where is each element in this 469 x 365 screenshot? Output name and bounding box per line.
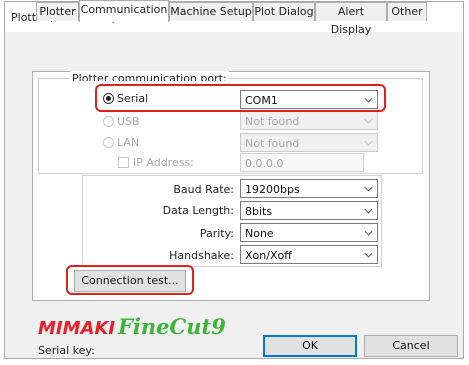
tab-communication[interactable]: Communication bbox=[79, 0, 169, 22]
data-length-select[interactable]: 8bits bbox=[240, 201, 378, 220]
lan-radio[interactable] bbox=[103, 137, 114, 148]
usb-port-value: Not found bbox=[245, 115, 300, 128]
usb-label: USB bbox=[117, 115, 140, 128]
handshake-select[interactable]: Xon/Xoff bbox=[240, 245, 378, 264]
lan-label: LAN bbox=[117, 136, 140, 149]
chevron-down-icon bbox=[364, 249, 373, 258]
connection-test-highlight bbox=[66, 265, 194, 295]
ip-address-value: 0.0.0.0 bbox=[245, 157, 284, 170]
usb-port-select[interactable]: Not found bbox=[240, 111, 378, 130]
data-length-label: Data Length: bbox=[162, 204, 234, 217]
chevron-down-icon bbox=[364, 183, 373, 192]
lan-port-value: Not found bbox=[245, 137, 300, 150]
baud-rate-select[interactable]: 19200bps bbox=[240, 179, 378, 198]
serial-key-label: Serial key: bbox=[38, 344, 95, 357]
baud-rate-value: 19200bps bbox=[245, 183, 300, 196]
chevron-down-icon bbox=[364, 227, 373, 236]
port-group-label: Plotter communication port: bbox=[70, 71, 229, 81]
usb-radio[interactable] bbox=[103, 116, 114, 127]
tab-machine-setup[interactable]: Machine Setup bbox=[169, 2, 253, 21]
finecut-logo: FineCut9 bbox=[118, 314, 226, 339]
handshake-label: Handshake: bbox=[169, 249, 234, 262]
handshake-value: Xon/Xoff bbox=[245, 249, 292, 262]
data-length-value: 8bits bbox=[245, 205, 273, 218]
chevron-down-icon bbox=[364, 137, 373, 146]
lan-port-select[interactable]: Not found bbox=[240, 133, 378, 152]
serial-highlight bbox=[95, 84, 386, 112]
chevron-down-icon bbox=[364, 205, 373, 214]
tab-plotter[interactable]: Plotter bbox=[36, 2, 79, 21]
parity-value: None bbox=[245, 227, 274, 240]
ip-address-checkbox[interactable] bbox=[118, 157, 129, 168]
tab-alert-display[interactable]: Alert Display bbox=[315, 2, 387, 36]
parity-label: Parity: bbox=[199, 227, 234, 240]
baud-rate-label: Baud Rate: bbox=[173, 183, 234, 196]
ok-button[interactable]: OK bbox=[263, 335, 357, 357]
tab-plot-dialog[interactable]: Plot Dialog bbox=[253, 2, 315, 21]
parity-select[interactable]: None bbox=[240, 223, 378, 242]
tab-other[interactable]: Other bbox=[387, 2, 427, 21]
ip-address-label: IP Address: bbox=[133, 156, 194, 169]
mimaki-logo: MIMAKI bbox=[38, 318, 116, 339]
chevron-down-icon bbox=[364, 115, 373, 124]
cancel-button[interactable]: Cancel bbox=[364, 335, 458, 357]
ip-address-field[interactable]: 0.0.0.0 bbox=[240, 153, 364, 172]
